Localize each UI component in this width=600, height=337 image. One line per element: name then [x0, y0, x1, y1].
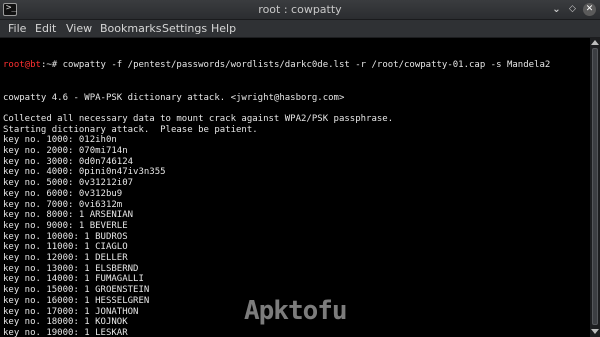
- output-line: key no. 8000: 1 ARSENIAN: [3, 210, 134, 221]
- output-line: key no. 3000: 0d0n746124: [3, 156, 134, 167]
- menu-settings[interactable]: Settings: [162, 22, 207, 35]
- prompt-path: :~#: [40, 60, 63, 71]
- terminal-output[interactable]: root@bt:~# cowpatty -f /pentest/password…: [0, 38, 590, 337]
- menu-bar: File Edit View Bookmarks Settings Help: [0, 20, 600, 38]
- output-line: key no. 4000: 0pini0n47iv3n355: [3, 167, 166, 178]
- output-line: key no. 15000: 1 GROENSTEIN: [3, 285, 150, 296]
- minimize-button[interactable]: ⌄: [550, 3, 563, 16]
- terminal-lines: root@bt:~# cowpatty -f /pentest/password…: [3, 39, 550, 337]
- watermark: Apktofu: [244, 296, 348, 326]
- menu-view[interactable]: View: [66, 22, 92, 35]
- output-line: cowpatty 4.6 - WPA-PSK dictionary attack…: [3, 92, 345, 103]
- output-line: key no. 19000: 1 LESKAR: [3, 327, 128, 337]
- scrollbar-thumb[interactable]: [592, 48, 598, 325]
- output-line: key no. 7000: 0vi6312m: [3, 199, 123, 210]
- output-line: key no. 2000: 070mi714n: [3, 146, 128, 157]
- command-line: root@bt:~# cowpatty -f /pentest/password…: [3, 60, 550, 71]
- menu-file[interactable]: File: [8, 22, 26, 35]
- scroll-up-arrow-icon[interactable]: [591, 40, 599, 45]
- menu-help[interactable]: Help: [211, 22, 236, 35]
- scroll-down-arrow-icon[interactable]: [591, 329, 599, 334]
- menu-edit[interactable]: Edit: [35, 22, 56, 35]
- output-line: Collected all necessary data to mount cr…: [3, 113, 394, 124]
- output-line: key no. 12000: 1 DELLER: [3, 253, 128, 264]
- output-line: key no. 5000: 0v31212i07: [3, 178, 134, 189]
- output-line: key no. 10000: 1 BUDROS: [3, 231, 128, 242]
- output-line: key no. 6000: 0v312bu9: [3, 188, 123, 199]
- close-button[interactable]: ✕: [583, 3, 596, 16]
- window-title: root : cowpatty: [258, 3, 342, 16]
- maximize-button[interactable]: ◇: [566, 3, 579, 16]
- output-line: ​: [3, 103, 550, 114]
- output-line: key no. 1000: 012ih0n: [3, 135, 117, 146]
- output-line: key no. 14000: 1 FUMAGALLI: [3, 274, 144, 285]
- output-line: Starting dictionary attack. Please be pa…: [3, 124, 258, 135]
- vertical-scrollbar[interactable]: [590, 38, 600, 337]
- title-bar[interactable]: >_ root : cowpatty ⌄ ◇ ✕: [0, 0, 600, 20]
- terminal-window: >_ root : cowpatty ⌄ ◇ ✕ File Edit View …: [0, 0, 600, 337]
- menu-bookmarks[interactable]: Bookmarks: [100, 22, 161, 35]
- prompt-user: root@bt: [3, 60, 41, 71]
- command-text: cowpatty -f /pentest/passwords/wordlists…: [62, 60, 551, 71]
- output-line: key no. 11000: 1 CIAGLO: [3, 242, 128, 253]
- output-line: key no. 9000: 1 BEVERLE: [3, 220, 128, 231]
- output-line: key no. 13000: 1 ELSBERND: [3, 263, 139, 274]
